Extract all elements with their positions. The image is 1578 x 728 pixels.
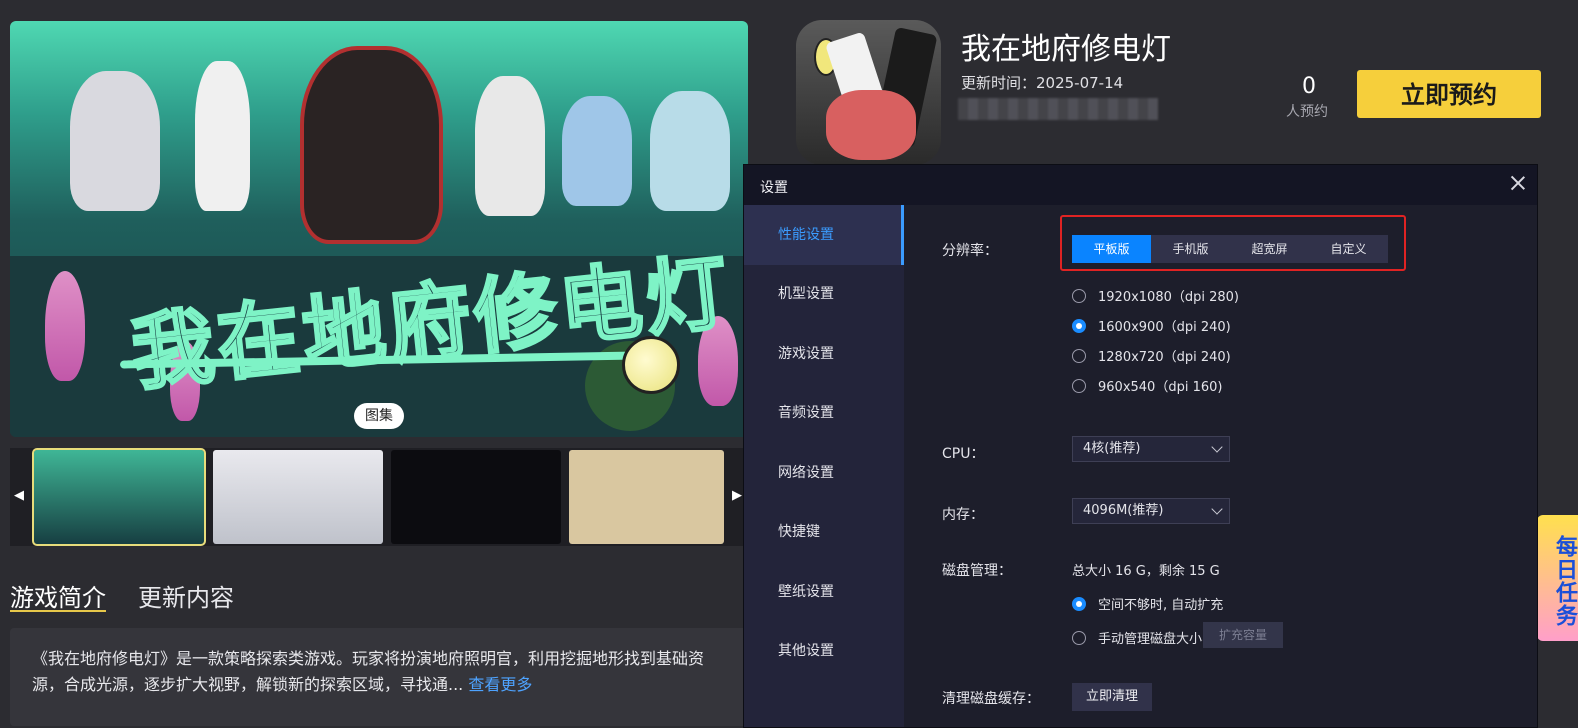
description-box: 《我在地府修电灯》是一款策略探索类游戏。玩家将扮演地府照明官，利用挖掘地形找到基…: [10, 628, 748, 726]
nav-device[interactable]: 机型设置: [744, 264, 904, 324]
hero-character: [475, 76, 545, 216]
hero-image[interactable]: 我在地府修电灯: [10, 21, 748, 437]
resolution-option[interactable]: 1920x1080（dpi 280): [1072, 286, 1239, 305]
radio-icon: [1072, 378, 1086, 393]
resolution-option-label: 1920x1080（dpi 280): [1098, 290, 1239, 305]
resolution-option[interactable]: 1280x720（dpi 240): [1072, 346, 1231, 365]
clean-cache-button[interactable]: 立即清理: [1072, 683, 1152, 711]
cpu-label: CPU：: [942, 446, 985, 462]
resolution-option-label: 1280x720（dpi 240): [1098, 350, 1231, 365]
description-text: 《我在地府修电灯》是一款策略探索类游戏。玩家将扮演地府照明官，利用挖掘地形找到基…: [32, 649, 705, 694]
reserve-button[interactable]: 立即预约: [1357, 70, 1541, 118]
nav-wallpaper[interactable]: 壁纸设置: [744, 562, 904, 622]
hero-character: [650, 91, 730, 211]
mode-ultrawide[interactable]: 超宽屏: [1230, 235, 1309, 263]
app-title: 我在地府修电灯: [961, 32, 1171, 67]
resolution-option-label: 1600x900（dpi 240): [1098, 320, 1231, 335]
thumbnail[interactable]: [213, 450, 383, 544]
expand-capacity-button: 扩充容量: [1203, 622, 1283, 648]
resolution-option[interactable]: 960x540（dpi 160): [1072, 376, 1222, 395]
resolution-option-label: 960x540（dpi 160): [1098, 380, 1223, 395]
disk-option-manual[interactable]: 手动管理磁盘大小: [1072, 628, 1202, 647]
flame-decoration: [45, 271, 85, 381]
hero-character: [300, 46, 443, 244]
chevron-down-icon: [1211, 503, 1223, 515]
resolution-mode-switch: 平板版 手机版 超宽屏 自定义: [1072, 235, 1388, 263]
disk-option-label: 手动管理磁盘大小: [1098, 632, 1203, 647]
thumbnail-next-icon[interactable]: ▶: [732, 488, 742, 503]
cpu-value: 4核(推荐): [1083, 441, 1141, 456]
thumbnail[interactable]: [32, 448, 206, 546]
cpu-select[interactable]: 4核(推荐): [1072, 436, 1230, 462]
radio-checked-icon: [1072, 596, 1086, 611]
thumbnail[interactable]: [391, 450, 561, 544]
gallery-badge[interactable]: 图集: [354, 403, 404, 429]
radio-icon: [1072, 348, 1086, 363]
nav-shortcuts[interactable]: 快捷键: [744, 502, 904, 562]
settings-dialog: 设置 性能设置 机型设置 游戏设置 音频设置 网络设置 快捷键 壁纸设置 其他设…: [743, 164, 1538, 728]
reserve-label: 人预约: [1286, 104, 1328, 120]
reserve-count: 0: [1302, 74, 1316, 99]
tab-intro[interactable]: 游戏简介: [10, 578, 106, 613]
daily-task-badge[interactable]: 每日任务: [1537, 515, 1578, 641]
close-icon[interactable]: [1509, 174, 1527, 192]
radio-icon: [1072, 288, 1086, 303]
memory-label: 内存：: [942, 507, 984, 523]
settings-content: 分辨率： 平板版 手机版 超宽屏 自定义 1920x1080（dpi 280) …: [904, 205, 1537, 727]
nav-network[interactable]: 网络设置: [744, 443, 904, 503]
nav-performance[interactable]: 性能设置: [744, 205, 904, 265]
hero-character: [70, 71, 160, 211]
resolution-option[interactable]: 1600x900（dpi 240): [1072, 316, 1231, 335]
hero-character: [562, 96, 632, 206]
description: 《我在地府修电灯》是一款策略探索类游戏。玩家将扮演地府照明官，利用挖掘地形找到基…: [32, 646, 722, 698]
memory-value: 4096M(推荐): [1083, 503, 1164, 518]
nav-other[interactable]: 其他设置: [744, 621, 904, 681]
memory-select[interactable]: 4096M(推荐): [1072, 498, 1230, 524]
cache-label: 清理磁盘缓存：: [942, 691, 1040, 707]
blurred-info: [958, 98, 1158, 120]
resolution-label: 分辨率：: [942, 243, 998, 259]
thumbnail[interactable]: [569, 450, 724, 544]
mode-phone[interactable]: 手机版: [1151, 235, 1230, 263]
tab-underline: [10, 610, 106, 612]
lightbulb-icon: [622, 336, 680, 394]
app-icon: [796, 20, 941, 165]
more-link[interactable]: 查看更多: [468, 675, 532, 694]
nav-game[interactable]: 游戏设置: [744, 324, 904, 384]
settings-nav: 性能设置 机型设置 游戏设置 音频设置 网络设置 快捷键 壁纸设置 其他设置: [744, 205, 904, 727]
hero-character: [195, 61, 250, 211]
dialog-header: 设置: [744, 165, 1537, 205]
disk-option-auto[interactable]: 空间不够时, 自动扩充: [1072, 594, 1223, 613]
nav-audio[interactable]: 音频设置: [744, 383, 904, 443]
radio-icon: [1072, 630, 1086, 645]
disk-option-label: 空间不够时, 自动扩充: [1098, 598, 1224, 613]
disk-label: 磁盘管理：: [942, 563, 1012, 579]
icon-character: [826, 90, 916, 160]
thumbnail-prev-icon[interactable]: ◀: [14, 488, 24, 503]
chevron-down-icon: [1211, 441, 1223, 453]
update-time: 更新时间：2025-07-14: [961, 74, 1124, 92]
dialog-title: 设置: [760, 180, 788, 196]
thumbnail-strip: [10, 448, 748, 546]
disk-info: 总大小 16 G，剩余 15 G: [1072, 564, 1220, 579]
radio-checked-icon: [1072, 318, 1086, 333]
tab-updates[interactable]: 更新内容: [138, 578, 234, 613]
mode-custom[interactable]: 自定义: [1309, 235, 1388, 263]
mode-tablet[interactable]: 平板版: [1072, 235, 1151, 263]
